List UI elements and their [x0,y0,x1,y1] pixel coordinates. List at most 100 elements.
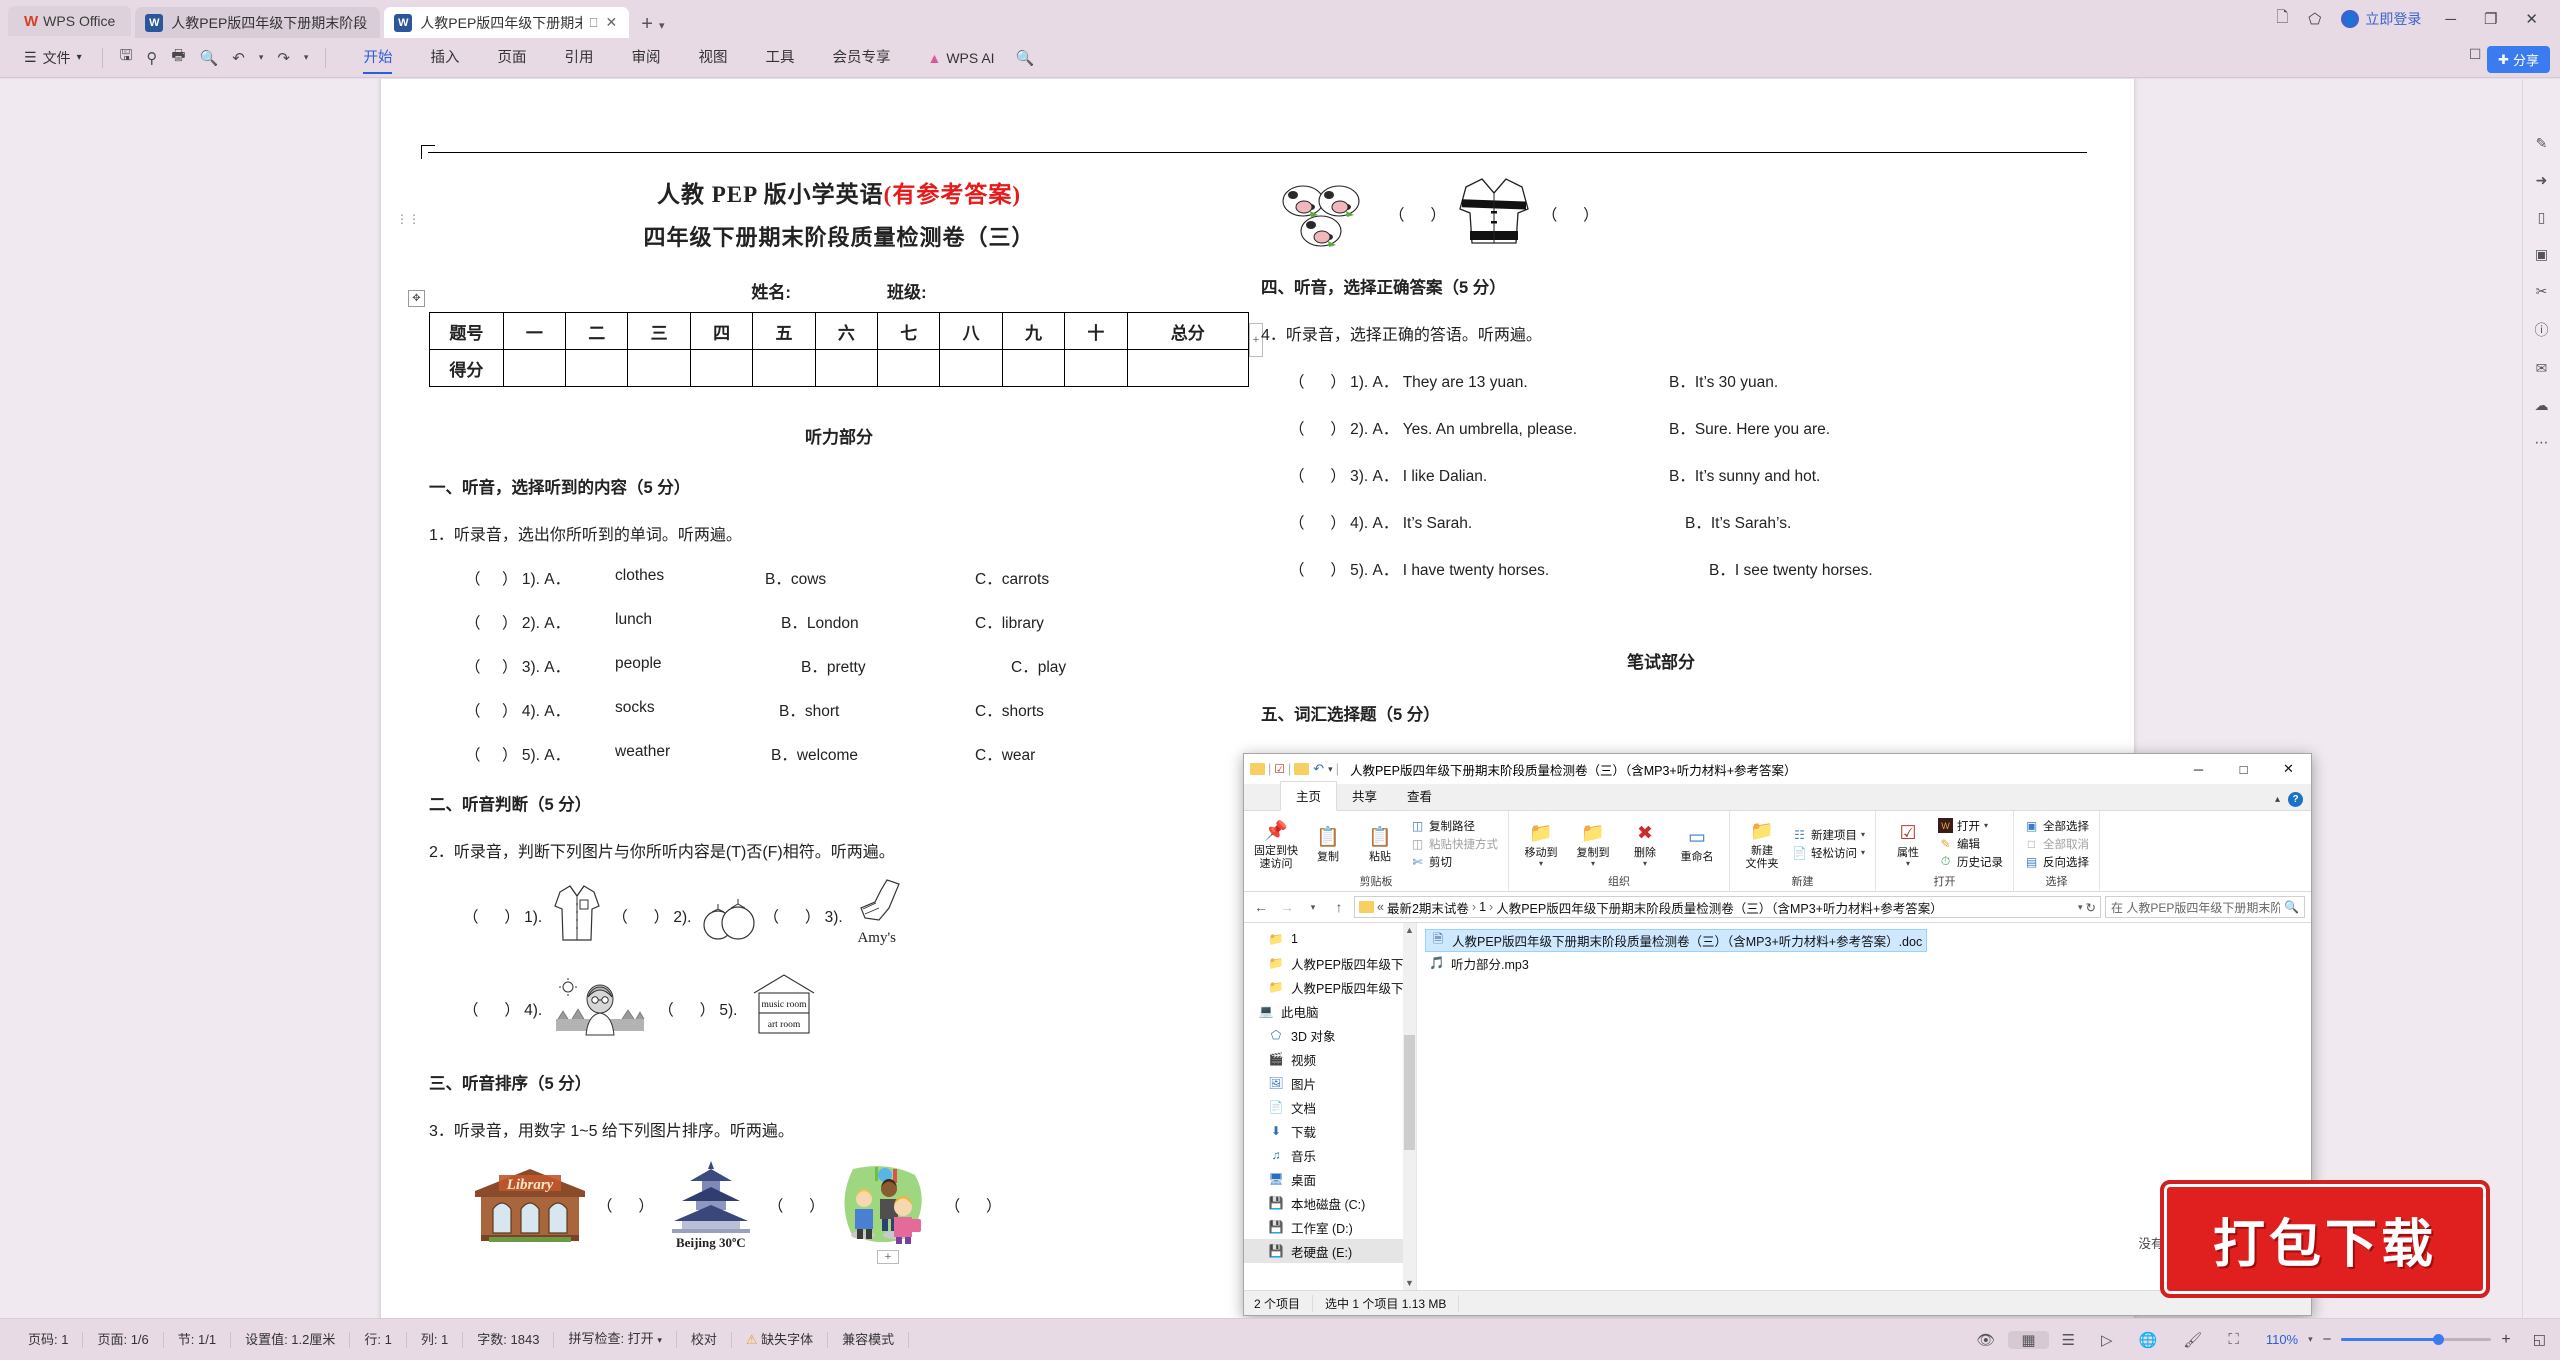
eye-icon[interactable]: 👁 [1963,1331,2008,1349]
copy-button[interactable]: 📋 复制 [1303,823,1353,864]
copy-path-button[interactable]: ◫ 复制路径 [1410,818,1498,834]
copy-to-button[interactable]: 📁 复制到 ▾ [1568,819,1618,869]
zoom-level-label[interactable]: 110% [2266,1332,2298,1347]
breadcrumb-0[interactable]: 最新2期末试卷 [1387,898,1469,917]
tab-view[interactable]: 查看 [1392,782,1447,810]
table-move-handle[interactable]: ✥ [408,290,425,307]
close-icon[interactable]: ✕ [2521,10,2542,28]
recent-locations-icon[interactable]: ▾ [1302,896,1324,918]
score-cell-11[interactable] [1126,349,1250,387]
undo-icon[interactable]: ↶ [1313,761,1324,777]
tab-reference[interactable]: 引用 [545,38,612,78]
download-watermark-badge[interactable]: 打包下载 [2160,1180,2490,1298]
copy-window-icon[interactable]: 🗋 [2276,7,2288,32]
chevron-down-icon[interactable]: ▾ [2078,902,2083,913]
wps-office-home-tab[interactable]: W WPS Office [8,6,132,36]
score-cell-8[interactable] [939,349,1003,387]
tab-home[interactable]: 主页 [1280,781,1338,811]
explorer-search-box[interactable]: 在 人教PEP版四年级下册期末阶... 🔍 [2105,896,2305,918]
up-arrow-icon[interactable]: ↑ [1328,896,1350,918]
search-icon[interactable]: 🔍 [2284,900,2299,914]
highlight-tool-icon[interactable]: ▯ [2538,209,2546,226]
breadcrumb-2[interactable]: 人教PEP版四年级下册期末阶段质量检测卷（三）（含MP3+听力材料+参考答案） [1496,898,1943,917]
page-view-icon[interactable]: ▦ [2008,1330,2049,1349]
tab-insert[interactable]: 插入 [411,38,478,78]
nav-item-documents[interactable]: 📄 文档 [1244,1095,1416,1119]
nav-item-this-pc[interactable]: 💻 此电脑 [1244,999,1416,1023]
new-folder-button[interactable]: 📁 新建 文件夹 [1737,817,1787,870]
restore-icon[interactable]: ❐ [2480,10,2501,28]
brush-icon[interactable]: 🖌 [2170,1331,2215,1349]
undo-icon[interactable]: ↶ [225,49,252,67]
nav-item-desktop[interactable]: 🖥 桌面 [1244,1167,1416,1191]
customize-caret-icon[interactable]: ▾ [1328,764,1333,775]
save-icon[interactable]: 🖫 [113,45,140,70]
file-explorer-window[interactable]: | ☑ | ↶ ▾ | 人教PEP版四年级下册期末阶段质量检测卷（三）（含MP3… [1243,753,2312,1316]
pin-to-quick-access-button[interactable]: 📌 固定到快 速访问 [1251,817,1301,870]
nav-item-3[interactable]: 📁 人教PEP版四年级下册期 [1244,975,1416,999]
new-item-button[interactable]: ☷ 新建项目 ▾ [1792,827,1865,843]
add-row-button[interactable]: + [877,1250,899,1264]
back-arrow-icon[interactable]: ← [1250,896,1272,918]
address-path-box[interactable]: « 最新2期末试卷 › 1 › 人教PEP版四年级下册期末阶段质量检测卷（三）（… [1354,896,2101,918]
chevron-down-icon[interactable]: ▾ [1861,830,1865,839]
chevron-down-icon[interactable]: ▾ [1906,859,1910,868]
score-cell-7[interactable] [877,349,941,387]
nav-item-pictures[interactable]: 🖼 图片 [1244,1071,1416,1095]
scroll-up-icon[interactable]: ▲ [1403,923,1416,937]
score-cell-1[interactable] [502,349,567,387]
zoom-slider[interactable] [2341,1334,2492,1345]
tab-tools[interactable]: 工具 [746,38,813,78]
fit-icon[interactable]: ⛶ [2215,1331,2252,1348]
status-proofread[interactable]: 校对 [677,1331,732,1348]
forward-arrow-icon[interactable]: → [1276,896,1298,918]
file-menu-button[interactable]: ☰ 文件 ▾ [14,48,92,68]
nav-item-local-disk-c[interactable]: 💾 本地磁盘 (C:) [1244,1191,1416,1215]
print-preview-icon[interactable]: ⚲ [139,49,164,67]
chevron-down-icon[interactable]: ▾ [1591,859,1595,868]
chevron-up-icon[interactable]: ▴ [2275,794,2280,805]
open-button[interactable]: W 打开 ▾ [1938,818,2003,834]
easy-access-button[interactable]: 📄 轻松访问 ▾ [1792,845,1865,861]
nav-item-downloads[interactable]: ⬇ 下载 [1244,1119,1416,1143]
invert-selection-button[interactable]: ▤ 反向选择 [2024,854,2089,870]
close-icon[interactable]: ✕ [2266,754,2311,784]
score-cell-5[interactable] [752,349,816,387]
tab-page[interactable]: 页面 [478,38,545,78]
score-cell-10[interactable] [1064,349,1128,387]
clip-tool-icon[interactable]: ✂ [2536,283,2548,300]
properties-button[interactable]: ☑ 属性 ▾ [1883,819,1933,869]
share-button[interactable]: ✚ 分享 [2487,46,2550,73]
edit-button[interactable]: ✎ 编辑 [1938,836,2003,852]
minimize-icon[interactable]: ─ [2441,11,2460,28]
status-word-count[interactable]: 字数: 1843 [463,1331,555,1348]
cut-button[interactable]: ✄ 剪切 [1410,854,1498,870]
maximize-icon[interactable]: □ [2221,754,2266,784]
score-cell-6[interactable] [814,349,879,387]
redo-icon[interactable]: ↷ [270,49,297,67]
chevron-down-icon[interactable]: ▾ [1643,859,1647,868]
search-icon[interactable]: 🔍 [1009,49,1042,67]
scroll-down-icon[interactable]: ▼ [1403,1276,1416,1290]
chevron-down-icon[interactable]: ▾ [1539,859,1543,868]
cursor-tool-icon[interactable]: ➜ [2536,172,2548,189]
explorer-nav-pane[interactable]: 📁 1 📁 人教PEP版四年级下册期 📁 人教PEP版四年级下册期 💻 此电脑 ⬠ 3D … [1244,923,1417,1290]
chevron-down-icon[interactable]: ▾ [1861,848,1865,857]
chevron-down-icon[interactable]: ▾ [657,1335,662,1345]
web-view-icon[interactable]: 🌐 [2126,1331,2171,1349]
nav-item-3d-objects[interactable]: ⬠ 3D 对象 [1244,1023,1416,1047]
help-icon[interactable]: ? [2288,792,2303,807]
status-missing-font[interactable]: ⚠ 缺失字体 [732,1331,829,1348]
close-tab-icon[interactable]: ✕ [606,14,618,31]
nav-item-2[interactable]: 📁 人教PEP版四年级下册期 [1244,951,1416,975]
tab-view[interactable]: 视图 [679,38,746,78]
tab-share[interactable]: 共享 [1337,782,1392,810]
nav-item-drive-d[interactable]: 💾 工作室 (D:) [1244,1215,1416,1239]
score-cell-9[interactable] [1001,349,1066,387]
info-tool-icon[interactable]: ⓘ [2535,320,2549,340]
select-all-button[interactable]: ▣ 全部选择 [2024,818,2089,834]
breadcrumb-1[interactable]: 1 [1479,900,1486,914]
score-table[interactable]: 题号 一 二 三 四 五 六 七 八 九 十 总分 得分 [429,312,1250,387]
chevron-down-icon[interactable]: ▾ [2308,1334,2313,1345]
login-button[interactable]: 👤 立即登录 [2341,9,2421,29]
